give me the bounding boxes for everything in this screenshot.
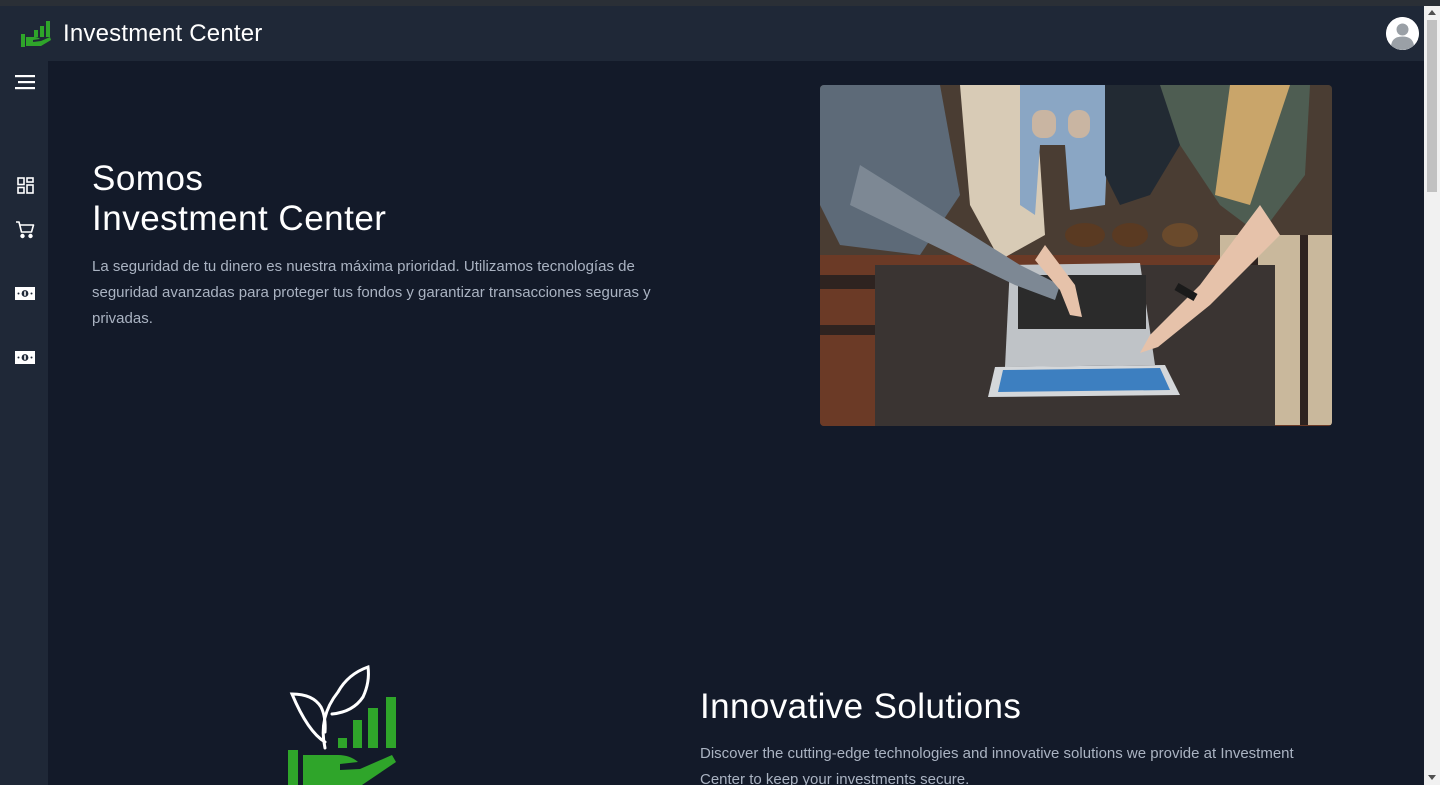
app-title: Investment Center bbox=[63, 19, 263, 47]
banknote-icon[interactable] bbox=[13, 281, 37, 305]
feature-description: Discover the cutting-edge technologies a… bbox=[700, 745, 1294, 785]
hero-photo bbox=[820, 85, 1332, 426]
shopping-cart-icon[interactable] bbox=[13, 217, 37, 241]
scroll-up-arrow-icon[interactable] bbox=[1428, 10, 1436, 15]
scroll-down-arrow-icon[interactable] bbox=[1428, 775, 1436, 780]
brand[interactable]: Investment Center bbox=[19, 17, 263, 51]
vertical-scrollbar[interactable] bbox=[1424, 6, 1440, 785]
investment-logo-icon bbox=[21, 20, 51, 47]
hero-description: La seguridad de tu dinero es nuestra máx… bbox=[92, 258, 651, 327]
banknote-icon[interactable] bbox=[13, 345, 37, 369]
hamburger-menu-icon[interactable] bbox=[13, 70, 37, 94]
user-avatar-icon[interactable] bbox=[1386, 17, 1419, 50]
hero-title: Somos Investment Center bbox=[92, 159, 386, 239]
scroll-thumb[interactable] bbox=[1427, 20, 1437, 192]
sidebar bbox=[0, 61, 48, 785]
dashboard-grid-icon[interactable] bbox=[13, 173, 37, 197]
feature-title: Innovative Solutions bbox=[700, 687, 1022, 726]
main-content: Somos Investment Center La seguridad de … bbox=[48, 61, 1424, 785]
plant-growth-chart-hand-icon bbox=[288, 664, 396, 785]
hero-title-line2: Investment Center bbox=[92, 199, 387, 238]
hero-title-line1: Somos bbox=[92, 159, 204, 198]
top-navbar: Investment Center bbox=[0, 6, 1424, 61]
